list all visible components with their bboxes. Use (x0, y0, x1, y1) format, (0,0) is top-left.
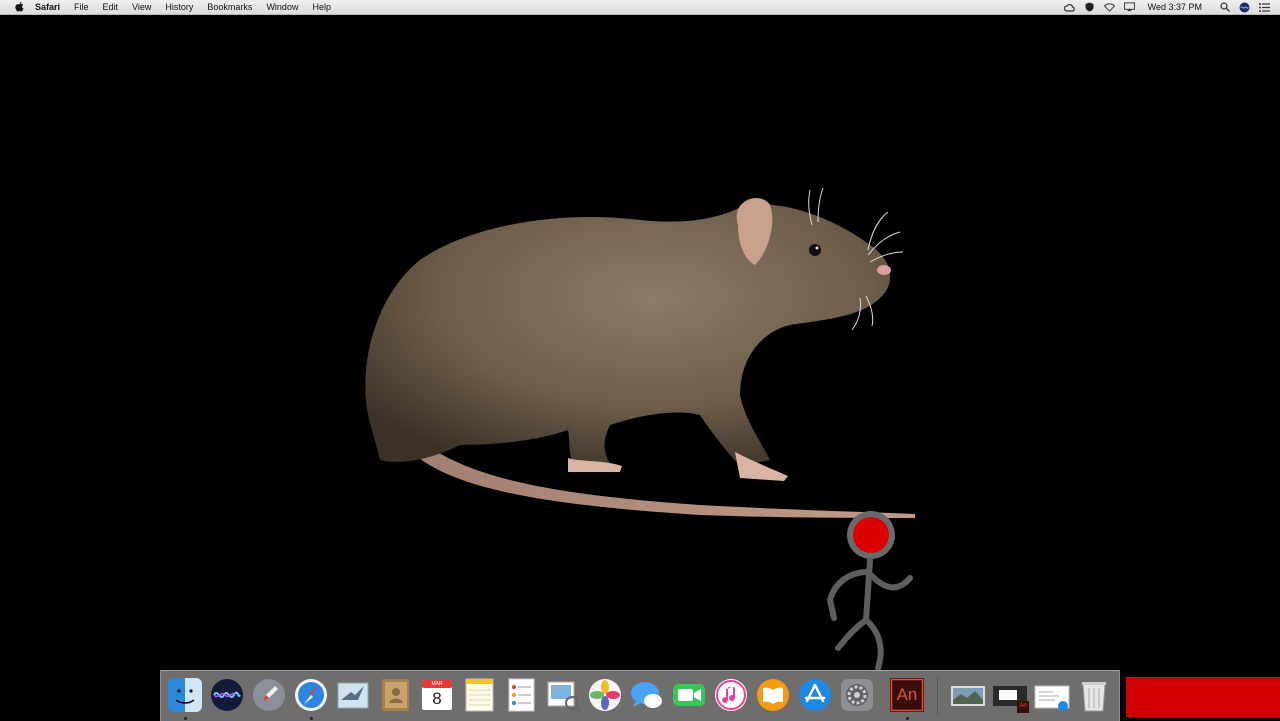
finder-icon[interactable] (166, 676, 204, 714)
menu-view[interactable]: View (132, 2, 151, 12)
menu-help[interactable]: Help (312, 2, 331, 12)
menu-window[interactable]: Window (266, 2, 298, 12)
rat-photo (365, 187, 915, 518)
safari-icon[interactable] (292, 676, 330, 714)
menu-clock[interactable]: Wed 3:37 PM (1148, 2, 1202, 12)
preview-icon[interactable] (544, 676, 582, 714)
downloads-stack-icon[interactable] (1033, 676, 1071, 714)
reminders-icon[interactable] (502, 676, 540, 714)
adobe-animate-label: An (896, 685, 918, 704)
calendar-month: MAR (431, 681, 443, 687)
siri-icon[interactable] (208, 676, 246, 714)
wifi-icon[interactable] (1103, 2, 1115, 13)
itunes-icon[interactable] (712, 676, 750, 714)
spotlight-search-icon[interactable] (1219, 2, 1230, 13)
calendar-icon[interactable]: MAR 8 (418, 676, 456, 714)
dock: MAR 8 An An (160, 670, 1120, 721)
apple-logo-icon[interactable] (12, 2, 26, 12)
adobe-animate-icon[interactable]: An (888, 676, 926, 714)
facetime-icon[interactable] (670, 676, 708, 714)
notes-icon[interactable] (460, 676, 498, 714)
system-preferences-icon[interactable] (838, 676, 876, 714)
animate-document-icon[interactable]: An (991, 676, 1029, 714)
launchpad-icon[interactable] (250, 676, 288, 714)
creative-cloud-icon[interactable] (1063, 2, 1075, 13)
ibooks-icon[interactable] (754, 676, 792, 714)
photos-icon[interactable] (586, 676, 624, 714)
calendar-day: 8 (432, 689, 442, 708)
photo-thumbnail-icon[interactable] (949, 676, 987, 714)
menu-file[interactable]: File (74, 2, 89, 12)
notification-center-icon[interactable] (1259, 2, 1270, 13)
menu-edit[interactable]: Edit (103, 2, 119, 12)
mail-icon[interactable] (334, 676, 372, 714)
stick-figure-red-head (826, 511, 913, 670)
contacts-icon[interactable] (376, 676, 414, 714)
dock-separator (937, 677, 938, 715)
shield-icon[interactable] (1084, 2, 1095, 13)
animate-document-label: An (1019, 703, 1027, 709)
desktop-stage (0, 15, 1280, 670)
trash-icon[interactable] (1075, 676, 1113, 714)
status-area: Wed 3:37 PM (1063, 0, 1270, 14)
menu-app-safari[interactable]: Safari (35, 2, 60, 12)
app-store-icon[interactable] (796, 676, 834, 714)
siri-icon[interactable] (1239, 2, 1250, 13)
menu-history[interactable]: History (165, 2, 193, 12)
menu-bar: Safari File Edit View History Bookmarks … (0, 0, 1280, 15)
red-overlay-block (1126, 677, 1280, 717)
airplay-display-icon[interactable] (1123, 2, 1135, 13)
menu-bookmarks[interactable]: Bookmarks (207, 2, 252, 12)
messages-icon[interactable] (628, 676, 666, 714)
